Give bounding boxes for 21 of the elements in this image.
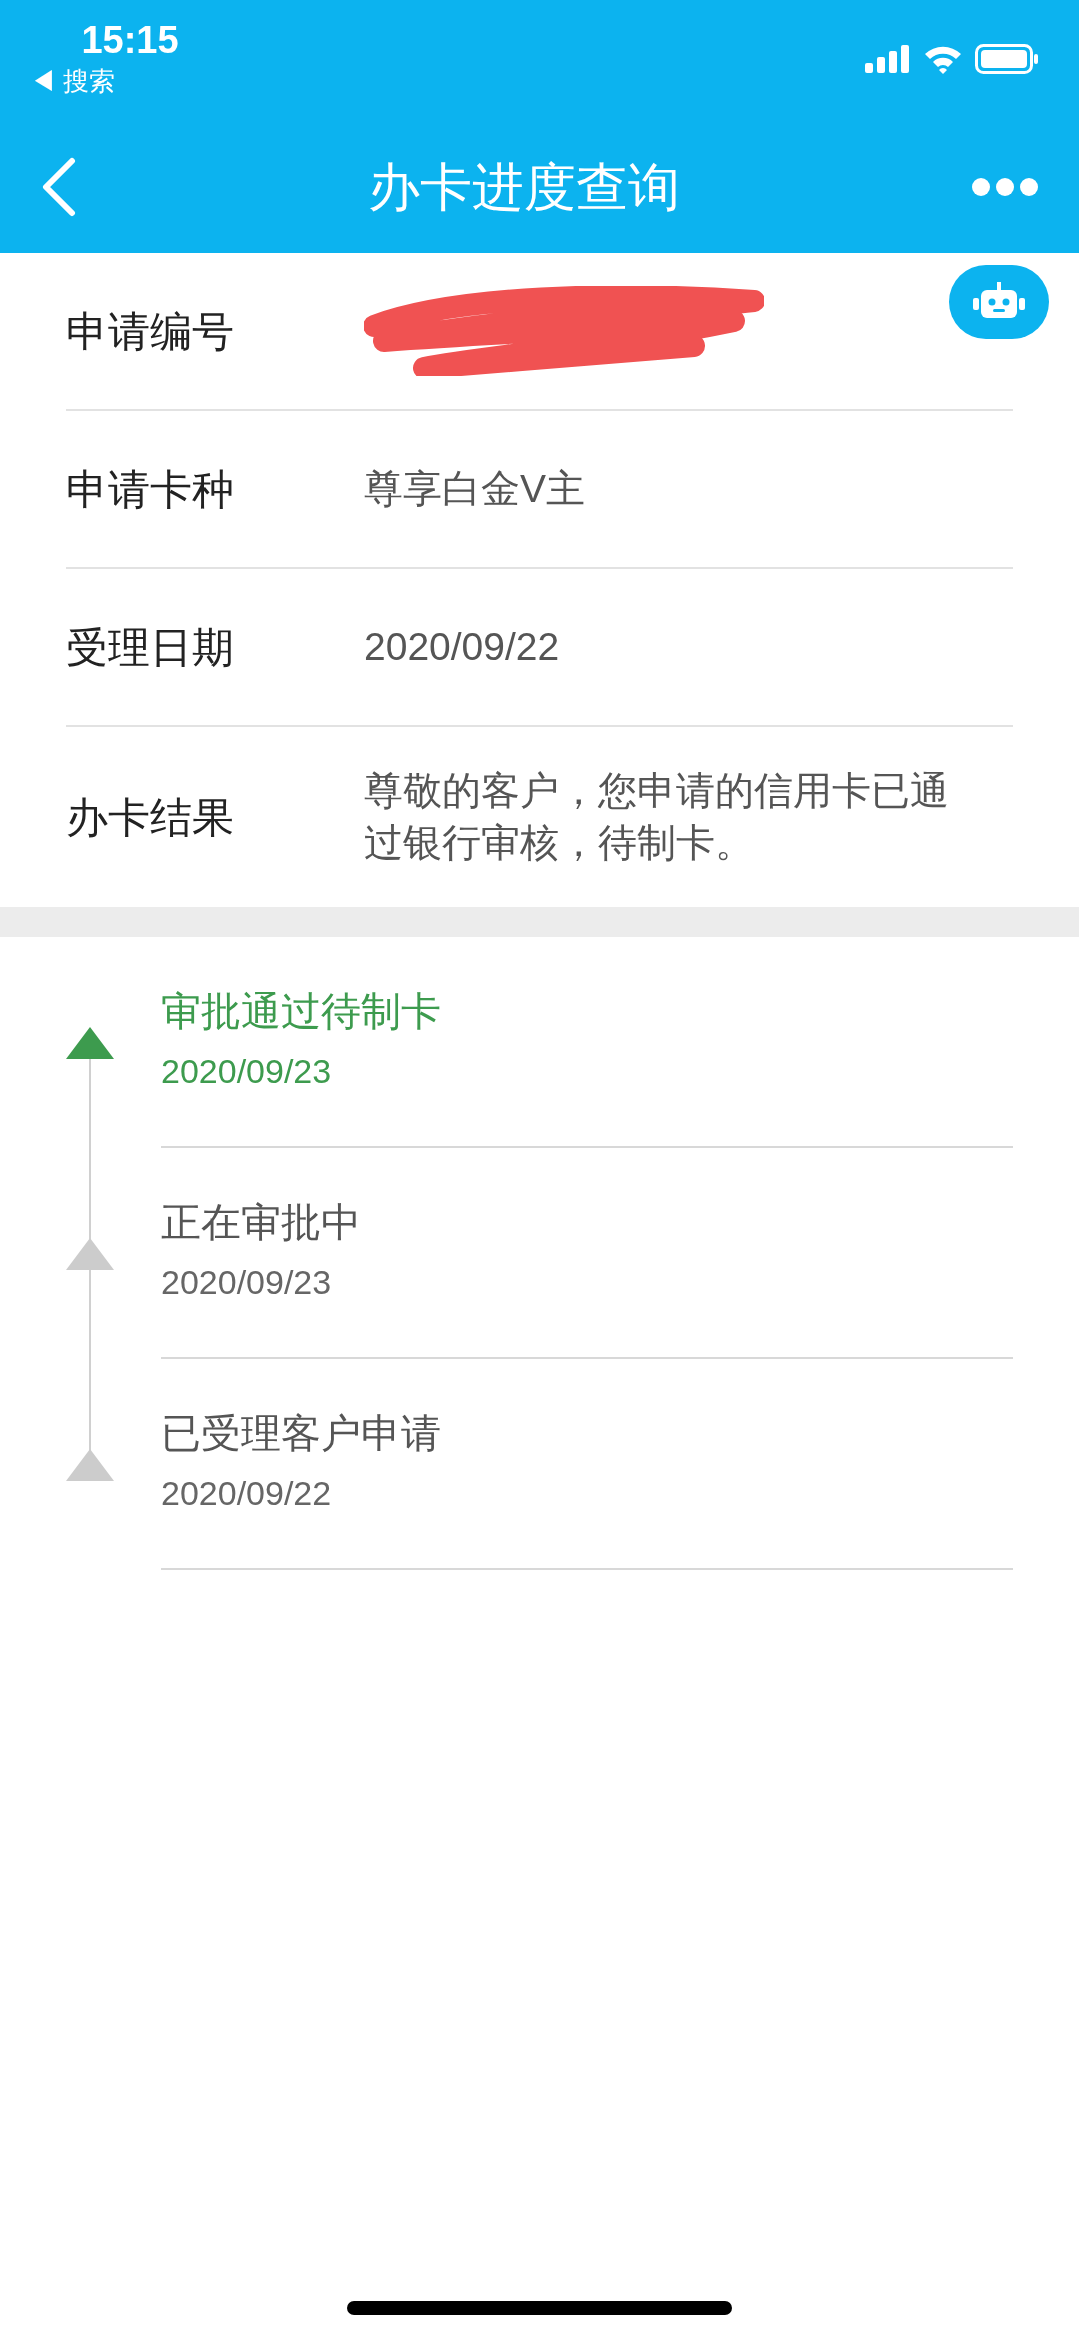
back-link[interactable]: ◀ 搜索	[30, 64, 116, 98]
battery-icon	[975, 44, 1039, 74]
field-value: 2020/09/22	[364, 624, 561, 670]
step-title: 正在审批中	[161, 1199, 362, 1246]
page-title: 办卡进度查询	[367, 156, 680, 218]
back-icon[interactable]	[40, 156, 76, 217]
field-label: 申请卡种	[66, 464, 235, 515]
step-title: 已受理客户申请	[161, 1410, 442, 1457]
step-date: 2020/09/23	[161, 1262, 333, 1303]
field-value: 尊享白金V主	[364, 466, 586, 512]
signal-icon	[865, 45, 911, 73]
step-date: 2020/09/22	[161, 1473, 333, 1514]
step-title: 审批通过待制卡	[161, 988, 442, 1035]
more-icon[interactable]	[971, 176, 1039, 197]
field-label: 办卡结果	[66, 792, 235, 843]
field-label: 受理日期	[66, 622, 235, 673]
field-value: 尊敬的客户，您申请的信用卡已通过银行审核，待制卡。	[364, 768, 950, 866]
step-date: 2020/09/23	[161, 1051, 333, 1092]
wifi-icon	[923, 44, 963, 74]
status-time: 15:15	[81, 18, 179, 63]
field-label: 申请编号	[66, 306, 235, 357]
